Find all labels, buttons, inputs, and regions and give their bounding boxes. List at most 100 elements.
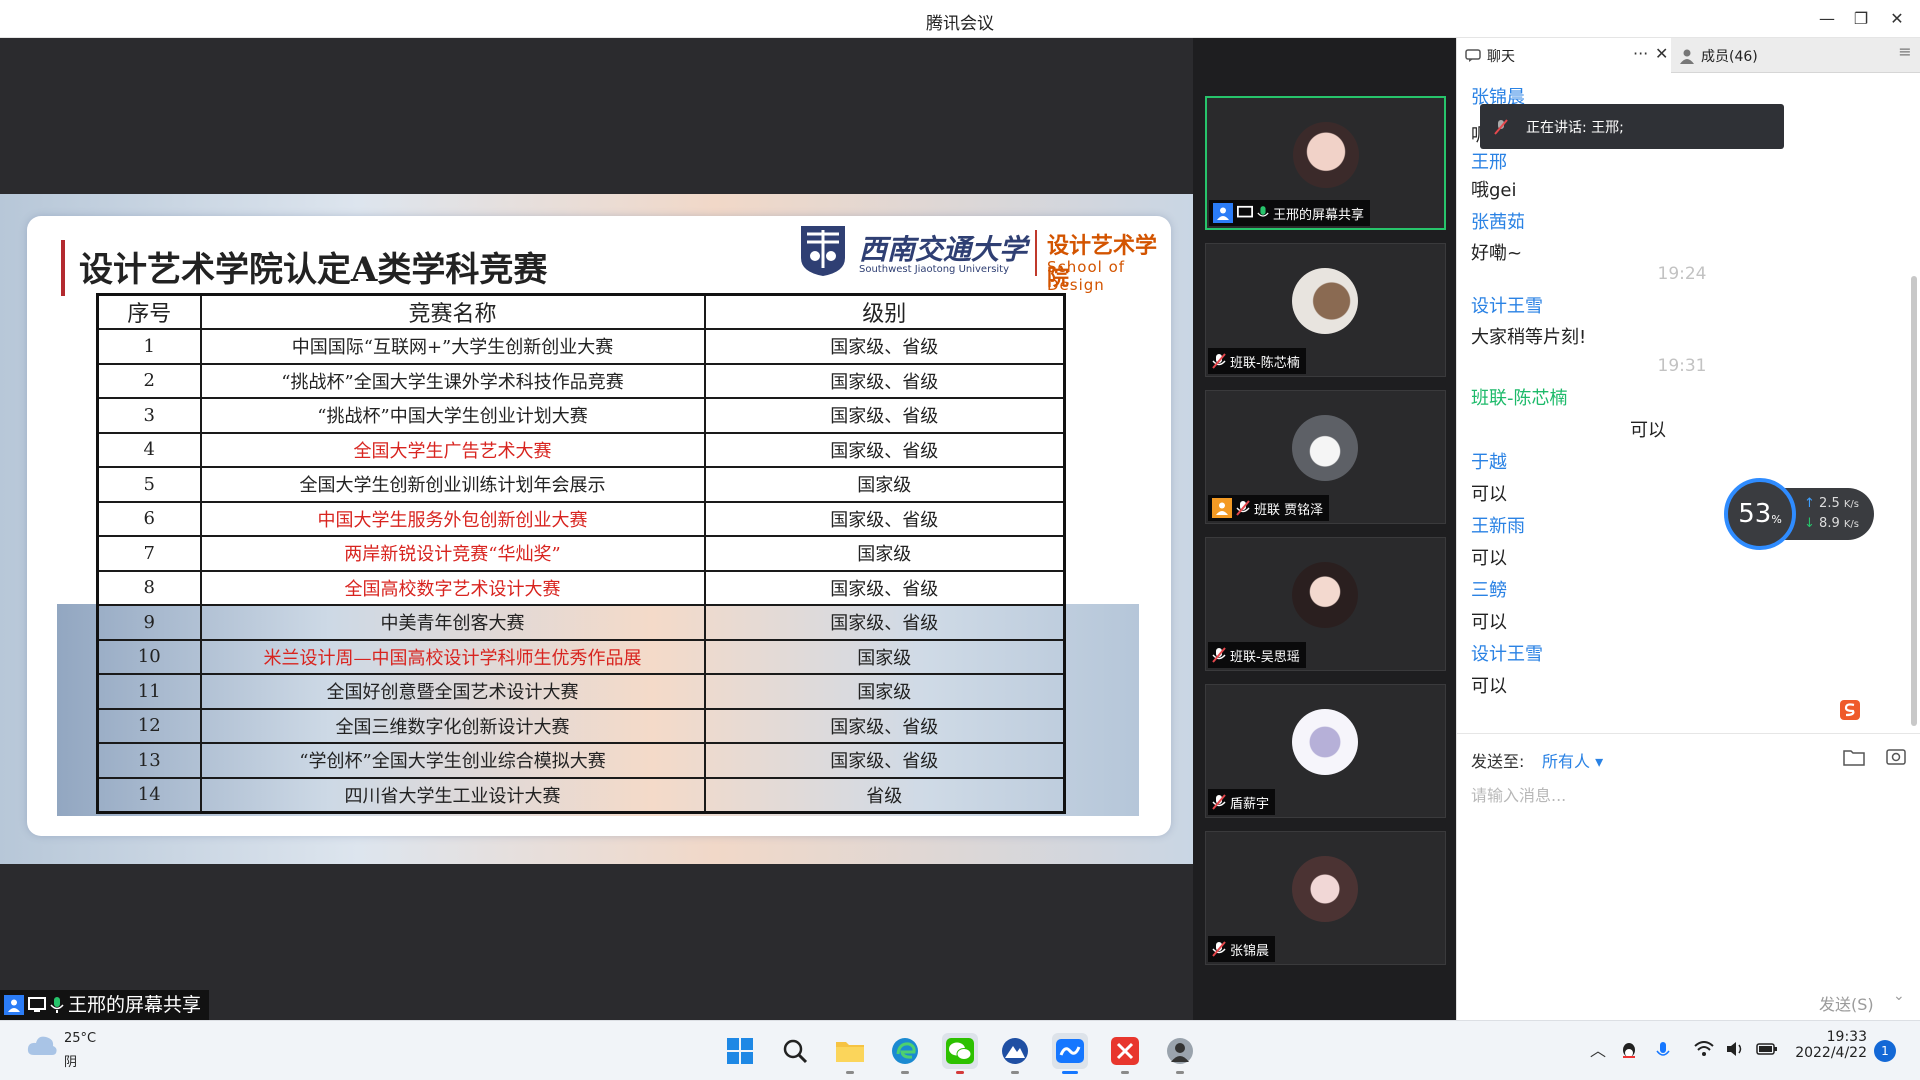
row-index: 4: [96, 431, 202, 468]
wechat-button[interactable]: [942, 1033, 978, 1069]
table-row: 7 两岸新锐设计竞赛“华灿奖” 国家级: [96, 535, 1066, 572]
send-options-icon[interactable]: ⌄: [1893, 988, 1905, 1004]
network-speed-widget[interactable]: ↑ 2.5 K/s ↓ 8.9 K/s 53%: [1724, 478, 1874, 550]
file-explorer-button[interactable]: [832, 1033, 868, 1069]
speaking-indicator: 正在讲话: 王邢;: [1480, 104, 1784, 149]
message-sender[interactable]: 王邢: [1471, 148, 1507, 174]
row-index: 12: [96, 707, 202, 744]
windows-start-icon: [727, 1038, 753, 1064]
download-unit: K/s: [1843, 519, 1860, 530]
system-clock[interactable]: 19:33 2022/4/22: [1787, 1029, 1867, 1061]
shared-slide: 设计艺术学院认定A类学科竞赛 西南交通大学 Southwest Jiaotong…: [0, 194, 1193, 864]
start-button[interactable]: [722, 1033, 758, 1069]
table-row: 3 “挑战杯”中国大学生创业计划大赛 国家级、省级: [96, 397, 1066, 434]
microphone-icon[interactable]: [1656, 1041, 1670, 1061]
qq-icon[interactable]: [1620, 1041, 1638, 1061]
message-body: 可以: [1630, 420, 1666, 441]
participant-name: 张锦晨: [1230, 943, 1270, 959]
table-row: 14 四川省大学生工业设计大赛 省级: [96, 776, 1066, 813]
tab-members[interactable]: 成员(46): [1671, 38, 1891, 73]
wifi-icon[interactable]: [1694, 1041, 1714, 1057]
message-body: 大家稍等片刻!: [1471, 327, 1587, 348]
message-sender[interactable]: 于越: [1471, 448, 1507, 474]
message-list[interactable]: 张锦晨 呃 王邢 哦gei 张茜茹 好嘞~ 19:24 设计王雪 大家稍等片刻!…: [1457, 73, 1907, 725]
running-indicator: [1176, 1071, 1184, 1074]
wps-button[interactable]: [1107, 1033, 1143, 1069]
row-competition-name: “学创杯”全国大学生创业综合模拟大赛: [199, 742, 706, 779]
screenshot-icon[interactable]: [1885, 746, 1907, 766]
tray-chevron-up-icon[interactable]: ︿: [1590, 1037, 1606, 1061]
participant-tag: 张锦晨: [1208, 936, 1276, 962]
chat-scrollbar[interactable]: [1911, 276, 1917, 726]
minimize-button[interactable]: —: [1812, 6, 1842, 32]
upload-value: 2.5: [1819, 496, 1840, 511]
participant-tile[interactable]: 班联-吴思瑶: [1205, 537, 1446, 671]
participant-tile[interactable]: 班联-陈芯楠: [1205, 243, 1446, 377]
row-competition-name: “挑战杯”中国大学生创业计划大赛: [199, 397, 706, 434]
participant-tile[interactable]: 张锦晨: [1205, 831, 1446, 965]
active-indicator: [1062, 1071, 1078, 1074]
message-sender[interactable]: 班联-陈芯楠: [1471, 384, 1568, 410]
table-row: 1 中国国际“互联网+”大学生创新创业大赛 国家级、省级: [96, 328, 1066, 365]
search-button[interactable]: [777, 1033, 813, 1069]
running-indicator: [846, 1071, 854, 1074]
close-window-button[interactable]: ✕: [1882, 6, 1912, 32]
tencent-meeting-button[interactable]: [1052, 1033, 1088, 1069]
send-button[interactable]: 发送(S): [1819, 991, 1874, 1015]
participant-tile[interactable]: 王邢的屏幕共享: [1205, 96, 1446, 230]
mic-off-icon: [1212, 353, 1226, 369]
sharer-label: 王邢的屏幕共享: [0, 990, 210, 1020]
row-competition-name: 全国大学生广告艺术大赛: [199, 431, 706, 468]
weather-widget[interactable]: 25°C 阴: [26, 1031, 96, 1070]
volume-icon[interactable]: [1726, 1041, 1744, 1057]
message-sender[interactable]: 张茜茹: [1471, 208, 1525, 234]
notification-badge[interactable]: 1: [1874, 1040, 1896, 1062]
table-row: 5 全国大学生创新创业训练计划年会展示 国家级: [96, 466, 1066, 503]
more-icon[interactable]: ···: [1633, 44, 1648, 63]
timestamp: 19:31: [1657, 356, 1707, 376]
menu-icon[interactable]: ≡: [1893, 42, 1917, 68]
edge-button[interactable]: [887, 1033, 923, 1069]
table-row: 6 中国大学生服务外包创新创业大赛 国家级、省级: [96, 500, 1066, 537]
participant-tile[interactable]: 盾薪宇: [1205, 684, 1446, 818]
message-body: 可以: [1471, 612, 1507, 633]
participant-tile[interactable]: 班联 贾铭泽: [1205, 390, 1446, 524]
message-sender[interactable]: 三鳑: [1471, 576, 1507, 602]
folder-icon[interactable]: [1843, 748, 1865, 766]
tab-chat-label: 聊天: [1487, 48, 1515, 65]
battery-icon[interactable]: [1756, 1041, 1778, 1057]
memory-usage-circle: 53%: [1724, 478, 1796, 550]
slide-card: 设计艺术学院认定A类学科竞赛 西南交通大学 Southwest Jiaotong…: [27, 216, 1171, 836]
tab-chat[interactable]: 聊天 ··· ✕: [1457, 38, 1671, 73]
user-app-button[interactable]: [1162, 1033, 1198, 1069]
send-to-select[interactable]: 所有人 ▾: [1542, 748, 1603, 772]
row-competition-name: 全国好创意暨全国艺术设计大赛: [199, 673, 706, 710]
participant-strip: 王邢的屏幕共享 班联-陈芯楠 班联 贾铭泽 班联-吴思瑶 盾薪宇 张锦晨: [1193, 38, 1456, 1020]
mic-off-icon: [1494, 118, 1508, 135]
row-competition-name: 四川省大学生工业设计大赛: [199, 776, 706, 813]
app-button[interactable]: [997, 1033, 1033, 1069]
row-index: 5: [96, 466, 202, 503]
row-index: 10: [96, 638, 202, 675]
mic-off-icon: [1212, 941, 1226, 957]
close-icon[interactable]: ✕: [1655, 44, 1668, 63]
shared-screen-area[interactable]: 设计艺术学院认定A类学科竞赛 西南交通大学 Southwest Jiaotong…: [0, 38, 1193, 1020]
download-value: 8.9: [1819, 516, 1840, 531]
timestamp: 19:24: [1657, 264, 1707, 284]
avatar-app-icon: [1167, 1038, 1193, 1064]
restore-button[interactable]: ❐: [1846, 6, 1876, 32]
mic-on-icon: [1257, 206, 1269, 217]
header-index: 序号: [96, 293, 202, 330]
user-icon: [1213, 203, 1233, 223]
user-icon: [4, 995, 24, 1015]
logo-university-en: Southwest Jiaotong University: [859, 264, 1010, 275]
participant-tag: 班联-吴思瑶: [1208, 642, 1306, 668]
participant-tag: 王邢的屏幕共享: [1209, 200, 1371, 226]
message-sender[interactable]: 设计王雪: [1471, 292, 1543, 318]
sogou-ime-icon[interactable]: [1839, 699, 1861, 721]
message-sender[interactable]: 王新雨: [1471, 512, 1525, 538]
table-row: 10 米兰设计周—中国高校设计学科师生优秀作品展 国家级: [96, 638, 1066, 675]
message-input[interactable]: 请输入消息...: [1471, 782, 1566, 806]
row-level: 国家级、省级: [703, 328, 1066, 365]
message-sender[interactable]: 设计王雪: [1471, 640, 1543, 666]
